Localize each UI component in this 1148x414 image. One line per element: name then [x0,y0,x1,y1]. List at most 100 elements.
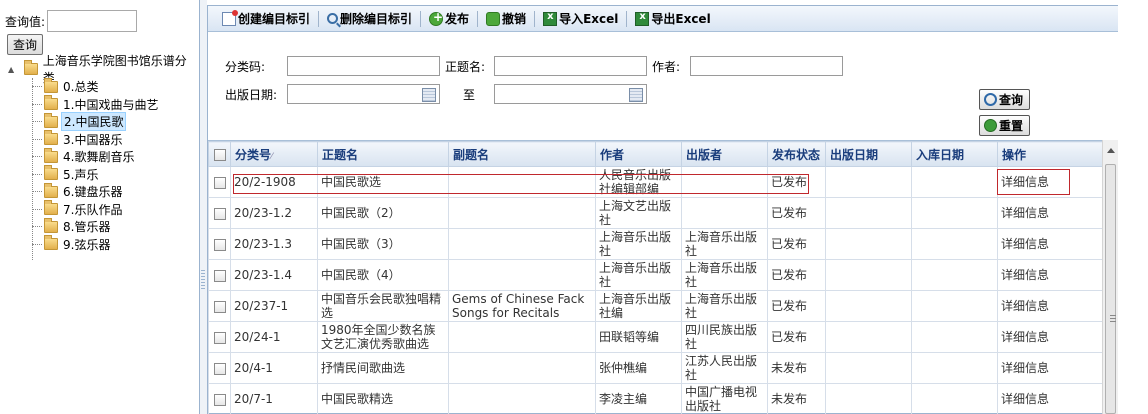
row-checkbox[interactable] [213,176,226,189]
reset-button-label: 重置 [999,119,1024,133]
col-status[interactable]: 发布状态 [767,141,826,167]
panel-splitter[interactable] [200,0,207,414]
row-checkbox[interactable] [213,393,226,406]
cell-publisher: 江苏人民出版社 [681,352,768,384]
cell-action[interactable]: 详细信息 [997,290,1103,322]
tree-item-2[interactable]: 2.中国民歌 [30,112,199,132]
cell-classno: 20/23-1.3 [230,228,318,260]
cell-action[interactable]: 详细信息 [997,228,1103,260]
row-checkbox[interactable] [213,238,226,251]
cell-pubdate [825,321,912,353]
cell-classno: 20/237-1 [230,290,318,322]
new-document-icon [222,9,238,26]
scroll-up-icon[interactable] [1107,148,1115,153]
title-input[interactable] [494,56,647,76]
splitter-grip[interactable] [201,270,205,290]
tree-item-1[interactable]: 1.中国戏曲与曲艺 [30,95,199,114]
cell-indate [911,228,998,260]
cell-title: 中国民歌（2） [317,197,449,229]
publish-button[interactable]: 发布 [423,8,475,30]
delete-index-button[interactable]: 删除编目标引 [321,8,418,30]
classno-input[interactable] [287,56,440,76]
cell-status: 未发布 [767,352,826,384]
col-publisher[interactable]: 出版者 [681,141,768,167]
col-title[interactable]: 正题名 [317,141,449,167]
folder-icon [44,77,58,93]
tree-item-9[interactable]: 9.弦乐器 [30,235,199,254]
create-index-button[interactable]: 创建编目标引 [216,8,316,30]
tree-search-input[interactable] [47,10,138,32]
tree-root[interactable]: ▲ 上海音乐学院图书馆乐谱分类 [8,54,199,85]
cell-indate [911,383,998,414]
row-checkbox[interactable] [213,269,226,282]
col-indate[interactable]: 入库日期 [911,141,998,167]
cell-subtitle [448,228,596,260]
cell-action[interactable]: 详细信息 [997,197,1103,229]
col-classno[interactable]: 分类号⁄ [230,141,318,167]
col-pubdate[interactable]: 出版日期 [825,141,912,167]
toolbar-separator [318,10,320,27]
query-button[interactable]: 查询 [979,89,1031,110]
row-checkbox[interactable] [213,362,226,375]
grid-scrollbar[interactable] [1102,140,1118,414]
cell-action[interactable]: 详细信息 [997,383,1103,414]
table-row[interactable]: 20/23-1.3 中国民歌（3） 上海音乐出版社 上海音乐出版社 已发布 详细信息 [208,228,1103,260]
cell-indate [911,321,998,353]
app-window: 查询值: 查询 ▲ 上海音乐学院图书馆乐谱分类 0.总类 1.中国戏曲与曲艺 2… [0,0,1148,414]
folder-icon [44,217,58,233]
row-checkbox[interactable] [213,300,226,313]
col-subtitle[interactable]: 副题名 [448,141,596,167]
col-author[interactable]: 作者 [595,141,682,167]
tree-item-5[interactable]: 5.声乐 [30,165,199,184]
cell-title: 1980年全国少数名族文艺汇演优秀歌曲选 [317,321,449,353]
table-row[interactable]: 20/2-1908 中国民歌选 人民音乐出版社编辑部编 已发布 详细信息 [208,166,1103,198]
cell-classno: 20/24-1 [230,321,318,353]
author-input[interactable] [690,56,843,76]
revoke-button[interactable]: 撤销 [480,8,532,30]
tree-item-3[interactable]: 3.中国器乐 [30,130,199,149]
tree-item-0[interactable]: 0.总类 [30,77,199,96]
tree-item-7[interactable]: 7.乐队作品 [30,200,199,219]
import-excel-button[interactable]: 导入Excel [537,8,624,30]
tree-item-label: 3.中国器乐 [63,132,123,147]
cell-title: 中国音乐会民歌独唱精选 [317,290,449,322]
export-excel-button[interactable]: 导出Excel [629,8,716,30]
folder-icon [44,200,58,216]
import-excel-label: 导入Excel [559,12,619,26]
reset-button[interactable]: 重置 [979,115,1031,136]
header-row: 分类号⁄ 正题名 副题名 作者 出版者 发布状态 出版日期 入库日期 操作 [208,141,1103,167]
cell-publisher [681,166,768,198]
row-select-cell [208,352,231,384]
excel-icon [543,11,558,26]
tree-query-button[interactable]: 查询 [7,34,44,55]
col-action[interactable]: 操作 [997,141,1103,167]
cell-action[interactable]: 详细信息 [997,321,1103,353]
row-checkbox[interactable] [213,331,226,344]
cell-status: 已发布 [767,290,826,322]
collapse-icon[interactable]: ▲ [8,65,18,74]
tree-item-6[interactable]: 6.键盘乐器 [30,182,199,201]
table-row[interactable]: 20/4-1 抒情民间歌曲选 张仲樵编 江苏人民出版社 未发布 详细信息 [208,352,1103,384]
tree-item-4[interactable]: 4.歌舞剧音乐 [30,147,199,166]
cell-publisher: 上海音乐出版社 [681,290,768,322]
tree-item-8[interactable]: 8.管乐器 [30,217,199,236]
scroll-thumb[interactable] [1105,164,1116,414]
pubdate-from-input[interactable] [287,84,440,104]
pubdate-to-input[interactable] [494,84,647,104]
select-all-checkbox[interactable] [213,148,226,161]
toolbar-separator [534,10,536,27]
table-row[interactable]: 20/23-1.4 中国民歌（4） 上海音乐出版社 上海音乐出版社 已发布 详细信息 [208,259,1103,291]
toolbar: 创建编目标引 删除编目标引 发布 撤销 导入Excel 导出Excel [208,6,1118,32]
cell-pubdate [825,383,912,414]
row-select-cell [208,197,231,229]
cell-action[interactable]: 详细信息 [997,259,1103,291]
table-row[interactable]: 20/23-1.2 中国民歌（2） 上海文艺出版社 已发布 详细信息 [208,197,1103,229]
row-checkbox[interactable] [213,207,226,220]
table-row[interactable]: 20/7-1 中国民歌精选 李凌主编 中国广播电视出版社 未发布 详细信息 [208,383,1103,414]
cell-author: 张仲樵编 [595,352,682,384]
table-row[interactable]: 20/237-1 中国音乐会民歌独唱精选 Gems of Chinese Fack … [208,290,1103,322]
cell-action[interactable]: 详细信息 [997,166,1103,198]
table-row[interactable]: 20/24-1 1980年全国少数名族文艺汇演优秀歌曲选 田联韬等编 四川民族出版社已… [208,321,1103,353]
author-label: 作者: [652,60,681,74]
cell-action[interactable]: 详细信息 [997,352,1103,384]
